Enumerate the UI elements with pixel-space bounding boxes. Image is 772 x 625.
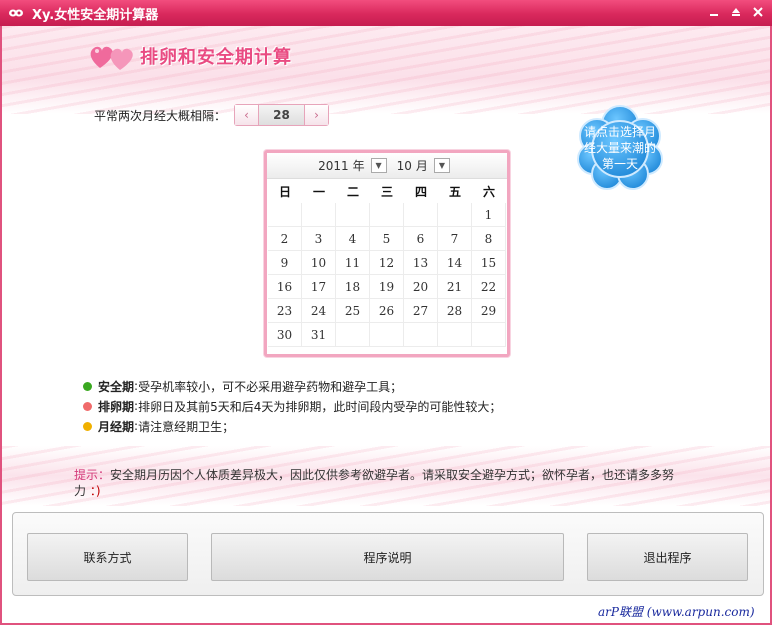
calendar-day[interactable]: 17 xyxy=(302,275,336,299)
about-button[interactable]: 程序说明 xyxy=(211,533,564,581)
calendar-day[interactable]: 22 xyxy=(472,275,506,299)
legend-name: 月经期 xyxy=(98,419,135,434)
heart-logo-icon xyxy=(90,46,133,70)
calendar-empty-cell xyxy=(370,203,404,227)
logo-text: 排卵和安全期计算 xyxy=(140,47,292,68)
cycle-interval-stepper[interactable]: ‹ 28 › xyxy=(234,104,329,126)
calendar-day[interactable]: 5 xyxy=(370,227,404,251)
legend-dot-icon xyxy=(83,421,92,431)
calendar-day[interactable]: 8 xyxy=(472,227,506,251)
weekday-header: 四 xyxy=(414,184,427,199)
calendar-empty-cell xyxy=(370,323,404,347)
calendar-empty-cell xyxy=(302,203,336,227)
exit-button[interactable]: 退出程序 xyxy=(587,533,748,581)
legend-dot-icon xyxy=(83,381,92,391)
restore-icon[interactable] xyxy=(730,5,742,19)
calendar-day[interactable]: 24 xyxy=(302,299,336,323)
legend-name: 排卵期 xyxy=(98,399,135,414)
legend-description: 排卵日及其前5天和后4天为排卵期，此时间段内受孕的可能性较大； xyxy=(138,399,502,414)
calendar-day[interactable]: 16 xyxy=(268,275,302,299)
calendar-grid: 日一二三四五六 1 2 3 4 5 6 7 8 9 10 11 12 13 14 15 16 17 18 19 20 21… xyxy=(267,179,507,347)
calendar-day[interactable]: 4 xyxy=(336,227,370,251)
legend-item: 安全期: 受孕机率较小，可不必采用避孕药物和避孕工具； xyxy=(83,376,501,396)
calendar-empty-cell xyxy=(268,203,302,227)
calendar-day[interactable]: 29 xyxy=(472,299,506,323)
month-suffix: 月 xyxy=(415,159,428,173)
calendar-day[interactable]: 11 xyxy=(336,251,370,275)
weekday-header: 六 xyxy=(482,184,495,199)
calendar-day[interactable]: 31 xyxy=(302,323,336,347)
calendar-day[interactable]: 28 xyxy=(438,299,472,323)
calendar-day[interactable]: 27 xyxy=(404,299,438,323)
chevron-down-icon: ▼ xyxy=(375,161,382,170)
app-icon xyxy=(6,6,26,20)
calendar-day[interactable]: 9 xyxy=(268,251,302,275)
decrement-button[interactable]: ‹ xyxy=(235,105,259,125)
cycle-interval-label: 平常两次月经大概相隔： xyxy=(94,109,227,123)
legend-dot-icon xyxy=(83,401,92,411)
month-dropdown[interactable]: ▼ xyxy=(433,158,450,173)
year-dropdown[interactable]: ▼ xyxy=(370,158,387,173)
hint-cloud: 请点击选择月经大量来潮的第一天 xyxy=(575,104,665,192)
weekday-header: 二 xyxy=(346,184,359,199)
calendar-empty-cell xyxy=(472,323,506,347)
calendar-day[interactable]: 6 xyxy=(404,227,438,251)
tip-text: 安全期月历因个人体质差异极大，因此仅供参考欲避孕者。请采取安全避孕方式；欲怀孕者… xyxy=(74,468,675,498)
close-icon[interactable] xyxy=(752,5,764,19)
legend-name: 安全期 xyxy=(98,379,135,394)
tip-label: 提示： xyxy=(74,468,111,482)
tip: 提示：安全期月历因个人体质差异极大，因此仅供参考欲避孕者。请采取安全避孕方式；欲… xyxy=(74,467,684,499)
legend-item: 排卵期: 排卵日及其前5天和后4天为排卵期，此时间段内受孕的可能性较大； xyxy=(83,396,501,416)
calendar-day[interactable]: 12 xyxy=(370,251,404,275)
calendar-day[interactable]: 23 xyxy=(268,299,302,323)
calendar-day[interactable]: 30 xyxy=(268,323,302,347)
year-value: 2011 xyxy=(318,158,349,173)
chevron-right-icon: › xyxy=(314,108,319,122)
window-title: Xy.女性安全期计算器 xyxy=(32,7,159,23)
calendar-empty-cell xyxy=(404,323,438,347)
calendar-day[interactable]: 14 xyxy=(438,251,472,275)
app-logo: 排卵和安全期计算 xyxy=(88,40,292,72)
calendar-day[interactable]: 7 xyxy=(438,227,472,251)
title-bar[interactable]: Xy.女性安全期计算器 xyxy=(0,0,772,26)
tip-smile: ：) xyxy=(89,484,101,498)
calendar-day[interactable]: 18 xyxy=(336,275,370,299)
legend-item: 月经期: 请注意经期卫生； xyxy=(83,416,501,436)
year-suffix: 年 xyxy=(352,159,365,173)
calendar-day[interactable]: 1 xyxy=(472,203,506,227)
watermark: arP联盟 (www.arpun.com) xyxy=(598,602,768,620)
calendar-day[interactable]: 13 xyxy=(404,251,438,275)
cloud-hint-text: 请点击选择月经大量来潮的第一天 xyxy=(583,125,656,171)
calendar-empty-cell xyxy=(438,203,472,227)
calendar-empty-cell xyxy=(404,203,438,227)
weekday-header: 日 xyxy=(278,184,291,199)
legend-description: 受孕机率较小，可不必采用避孕药物和避孕工具； xyxy=(138,379,403,394)
month-value: 10 xyxy=(396,158,412,173)
calendar-day[interactable]: 26 xyxy=(370,299,404,323)
calendar-day[interactable]: 3 xyxy=(302,227,336,251)
increment-button[interactable]: › xyxy=(304,105,328,125)
cycle-interval-value[interactable]: 28 xyxy=(259,105,304,125)
calendar-day[interactable]: 10 xyxy=(302,251,336,275)
weekday-header: 一 xyxy=(312,184,325,199)
calendar-empty-cell xyxy=(336,323,370,347)
calendar-header: 2011 年 ▼ 10 月 ▼ xyxy=(267,153,507,179)
calendar-empty-cell xyxy=(336,203,370,227)
calendar-empty-cell xyxy=(438,323,472,347)
calendar-day[interactable]: 20 xyxy=(404,275,438,299)
calendar-day[interactable]: 2 xyxy=(268,227,302,251)
calendar-day[interactable]: 25 xyxy=(336,299,370,323)
legend: 安全期: 受孕机率较小，可不必采用避孕药物和避孕工具； 排卵期: 排卵日及其前5天和后… xyxy=(83,376,501,436)
calendar-day[interactable]: 21 xyxy=(438,275,472,299)
chevron-left-icon: ‹ xyxy=(244,108,249,122)
calendar-day[interactable]: 19 xyxy=(370,275,404,299)
weekday-header: 三 xyxy=(380,184,393,199)
legend-description: 请注意经期卫生； xyxy=(138,419,235,434)
calendar-day[interactable]: 15 xyxy=(472,251,506,275)
weekday-header: 五 xyxy=(448,184,461,199)
calendar: 2011 年 ▼ 10 月 ▼ 日一二三四五六 1 2 3 4 5 6 7 8 9 10 11 12 13… xyxy=(264,150,510,357)
contact-button[interactable]: 联系方式 xyxy=(27,533,188,581)
minimize-icon[interactable] xyxy=(708,5,720,19)
chevron-down-icon: ▼ xyxy=(438,161,445,170)
